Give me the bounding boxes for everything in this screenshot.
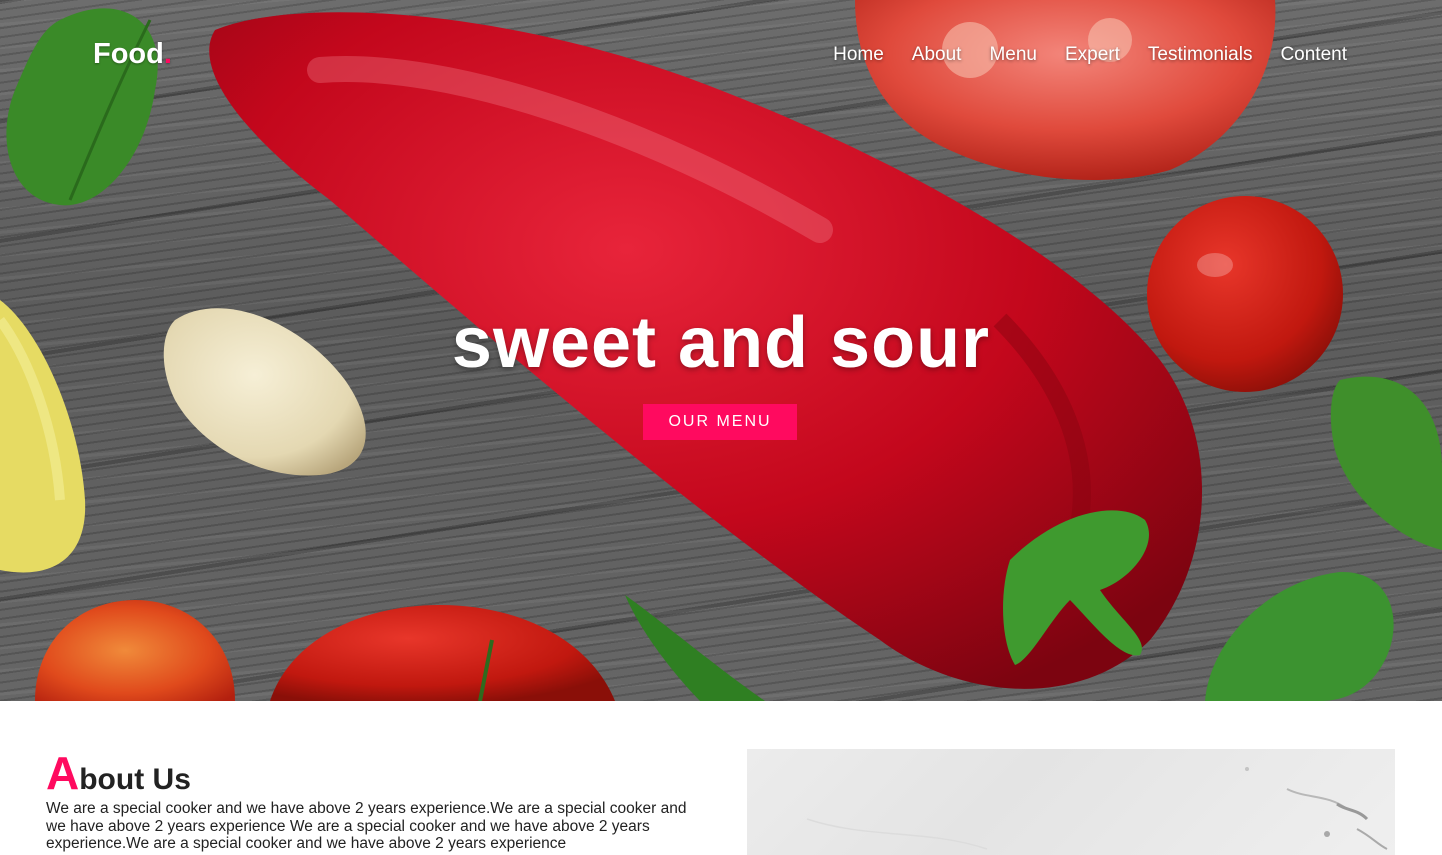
about-text: We are a special cooker and we have abov… (46, 800, 687, 852)
nav-link-home[interactable]: Home (833, 44, 884, 66)
about-title-rest: bout Us (79, 763, 191, 796)
nav-link-testimonials[interactable]: Testimonials (1148, 44, 1253, 66)
about-title: About Us (46, 750, 191, 796)
our-menu-button[interactable]: OUR MENU (643, 404, 797, 440)
logo-text: Food (93, 38, 164, 70)
about-title-initial: A (46, 747, 80, 799)
hero-section: Food. Home About Menu Expert Testimonial… (0, 0, 1442, 701)
about-image (747, 749, 1395, 855)
nav-link-about[interactable]: About (912, 44, 962, 66)
hero-headline: sweet and sour (451, 303, 991, 383)
main-nav: Home About Menu Expert Testimonials Cont… (833, 44, 1347, 66)
site-logo[interactable]: Food. (93, 38, 172, 71)
nav-link-expert[interactable]: Expert (1065, 44, 1120, 66)
nav-link-menu[interactable]: Menu (989, 44, 1037, 66)
nav-link-content[interactable]: Content (1280, 44, 1347, 66)
logo-dot: . (163, 38, 172, 70)
